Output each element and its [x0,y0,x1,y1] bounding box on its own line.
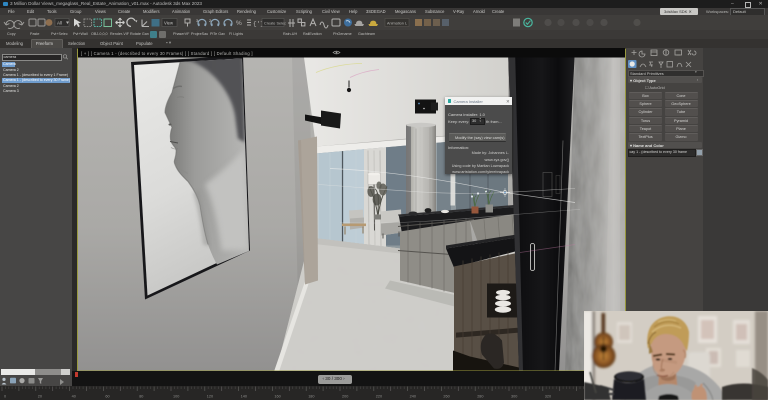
svg-text:[ + ] [ Camera 1 - (described: [ + ] [ Camera 1 - (described to every 3… [81,50,253,55]
svg-text:20: 20 [38,395,42,399]
svg-text:300: 300 [511,395,517,399]
svg-text:60: 60 [105,395,109,399]
svg-text:260: 260 [443,395,449,399]
svg-text:0: 0 [4,395,6,399]
svg-text:%: % [236,20,242,27]
svg-text:280: 280 [477,395,483,399]
svg-text:200: 200 [342,395,348,399]
svg-text:180: 180 [308,395,314,399]
svg-text:160: 160 [274,395,280,399]
svg-text:240: 240 [410,395,416,399]
svg-text:40: 40 [72,395,76,399]
svg-text:120: 120 [207,395,213,399]
svg-text:80: 80 [139,395,143,399]
svg-text:100: 100 [173,395,179,399]
svg-text:View: View [164,21,174,26]
svg-text:140: 140 [241,395,247,399]
svg-text:220: 220 [376,395,382,399]
svg-text:Create Selec: Create Selec [264,21,286,25]
svg-text:All: All [57,21,62,26]
svg-text:320: 320 [545,395,551,399]
svg-text:Animation L: Animation L [387,21,407,25]
